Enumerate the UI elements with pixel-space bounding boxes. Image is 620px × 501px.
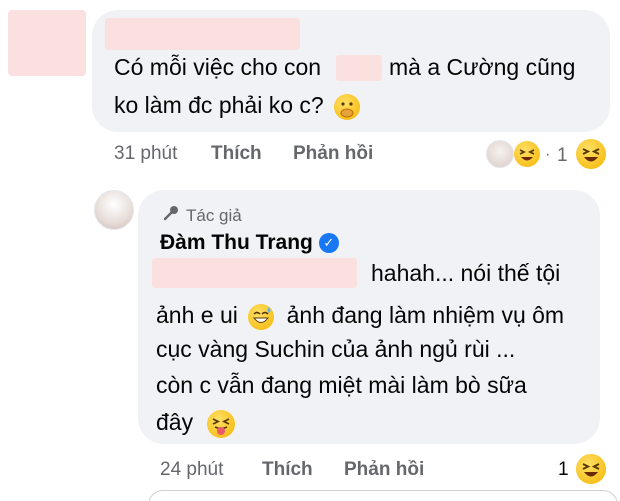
grinning-sweat-icon xyxy=(248,303,275,330)
laughing-reaction-icon[interactable] xyxy=(576,454,606,484)
comment-text-part2: mà a Cường cũng xyxy=(389,54,576,80)
comment-text-part1: Có mỗi việc cho con xyxy=(114,54,322,80)
like-button[interactable]: Thích xyxy=(211,143,262,165)
reply-text-line5: đây xyxy=(156,407,236,438)
author-badge-label: Tác giả xyxy=(186,205,242,225)
like-button[interactable]: Thích xyxy=(262,459,313,481)
laughing-squint-icon xyxy=(514,141,540,167)
laughing-reaction-icon[interactable] xyxy=(576,139,606,169)
reply-timestamp[interactable]: 24 phút xyxy=(160,459,223,481)
separator-dot: · xyxy=(545,146,551,163)
reaction-count[interactable]: 1 xyxy=(558,459,569,481)
comment-actions: 31 phút Thích Phản hồi xyxy=(114,143,514,167)
author-avatar[interactable] xyxy=(94,190,134,230)
redacted-commenter-avatar[interactable] xyxy=(8,10,86,76)
comment-text-line2: ko làm đc phải ko c? xyxy=(114,90,361,120)
reply-button[interactable]: Phản hồi xyxy=(293,143,373,165)
reply-text-line3: cục vàng Suchin của ảnh ngủ rùi ... xyxy=(156,336,516,362)
redacted-mentioned-name xyxy=(152,258,357,288)
comment-timestamp[interactable]: 31 phút xyxy=(114,143,177,165)
reactor-avatar[interactable] xyxy=(486,140,514,168)
reply-input-box[interactable] xyxy=(148,490,618,501)
microphone-icon xyxy=(162,204,180,227)
face-with-hand-over-mouth-icon xyxy=(334,93,361,120)
reply-text-line1: hahah... nói thế tội xyxy=(371,260,561,286)
reply-text-line4: còn c vẫn đang miệt mài làm bò sữa xyxy=(156,372,527,398)
squinting-tongue-icon xyxy=(207,409,236,438)
author-badge: Tác giả xyxy=(162,204,242,227)
reply-button[interactable]: Phản hồi xyxy=(344,459,424,481)
verified-badge-icon: ✓ xyxy=(318,233,339,253)
reaction-count[interactable]: 1 xyxy=(557,145,568,167)
reply-text-line2: ảnh e ui ảnh đang làm nhiệm vụ ôm xyxy=(156,302,565,330)
author-name[interactable]: Đàm Thu Trang ✓ xyxy=(160,231,339,255)
redacted-commenter-name[interactable] xyxy=(105,18,300,50)
reply-actions: 24 phút Thích Phản hồi xyxy=(160,459,560,483)
redacted-name-in-text xyxy=(336,55,382,81)
